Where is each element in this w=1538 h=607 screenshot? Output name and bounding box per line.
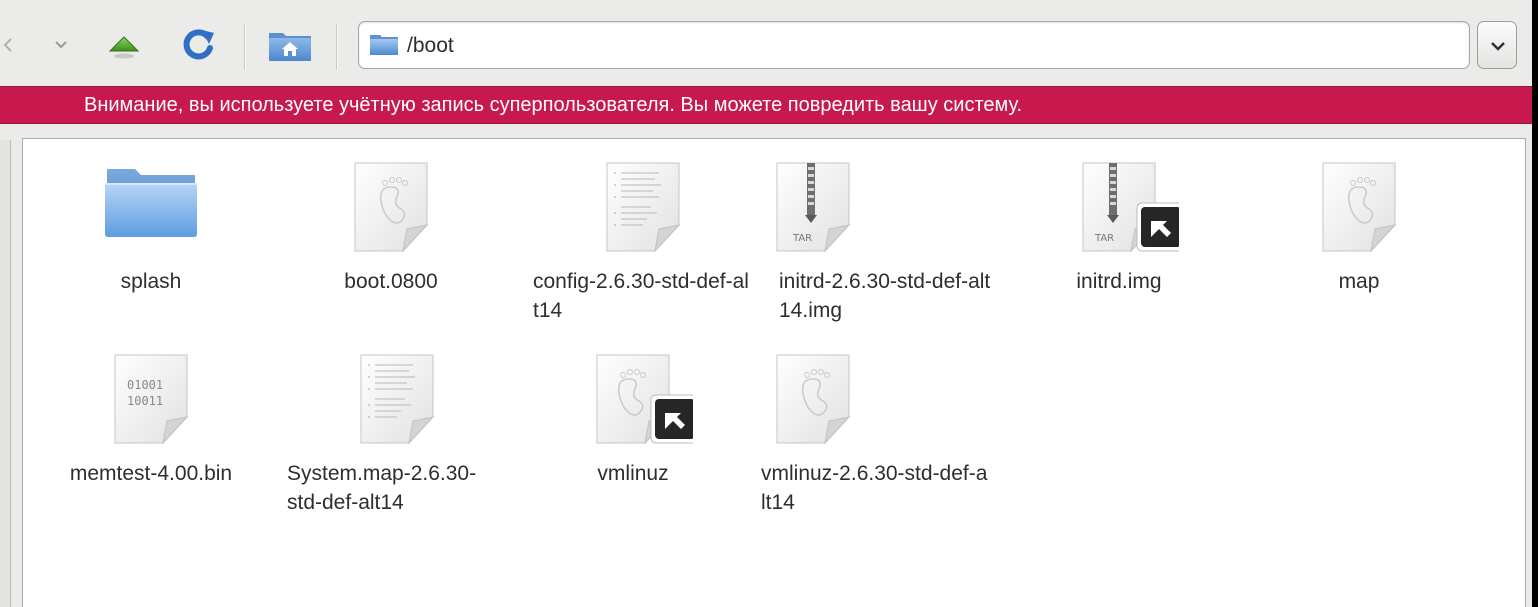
reload-icon: [183, 29, 214, 60]
file-manager-window: /boot Внимание, вы используете учётную з…: [0, 0, 1532, 607]
back-button[interactable]: [0, 30, 16, 60]
location-bar[interactable]: /boot: [358, 21, 1470, 69]
folder-icon: [105, 169, 197, 237]
file-name: map: [1338, 270, 1380, 293]
back-arrow-icon: [3, 38, 12, 52]
binary-file-icon: 01001 10011: [114, 354, 189, 445]
svg-text:TAR: TAR: [1094, 233, 1114, 244]
file-name: splash: [120, 270, 182, 293]
file-name: boot.0800: [344, 270, 438, 293]
text-document-icon: [360, 354, 435, 445]
chevron-down-icon: [55, 41, 67, 49]
file-item-system-map[interactable]: System.map-2.6.30-std-def-alt14: [287, 353, 507, 533]
file-name: initrd.img: [1076, 270, 1162, 293]
generic-file-icon: [776, 354, 851, 445]
toolbar-separator: [336, 24, 338, 70]
up-button[interactable]: [104, 28, 144, 64]
generic-file-icon: [354, 162, 429, 253]
toolbar-separator: [244, 24, 246, 70]
tar-archive-icon: TAR: [776, 162, 851, 253]
file-item-splash[interactable]: splash: [41, 161, 261, 321]
file-item-vmlinuz-2-6-30[interactable]: vmlinuz-2.6.30-std-def-alt14: [761, 353, 987, 533]
home-folder-icon: [269, 33, 311, 61]
file-name: memtest-4.00.bin: [69, 462, 233, 485]
chevron-down-icon: [1491, 42, 1505, 51]
svg-text:01001: 01001: [127, 378, 163, 392]
toolbar: /boot: [0, 0, 1532, 86]
tar-archive-symlink-icon: TAR: [1082, 162, 1179, 253]
location-dropdown-button[interactable]: [1477, 21, 1517, 69]
location-path[interactable]: /boot: [407, 34, 454, 58]
generic-file-symlink-icon: [596, 354, 693, 445]
file-icon-view[interactable]: splash boot.0800 config-2.6.30-std-def-a…: [22, 138, 1526, 607]
svg-text:10011: 10011: [127, 394, 163, 408]
text-document-icon: [606, 162, 681, 253]
file-item-memtest[interactable]: 01001 10011 memtest-4.00.bin: [41, 353, 261, 513]
file-item-initrd-2-6-30[interactable]: TAR initrd-2.6.30-std-def-alt14.img: [776, 161, 999, 341]
file-item-boot-0800[interactable]: boot.0800: [281, 161, 501, 321]
file-name: config-2.6.30-std-def-alt14: [533, 270, 749, 322]
root-warning-text: Внимание, вы используете учётную запись …: [84, 94, 1023, 116]
home-button[interactable]: [264, 24, 316, 66]
up-arrow-icon: [108, 36, 140, 59]
file-item-initrd-img[interactable]: TAR initrd.img: [1009, 161, 1229, 321]
sidebar-edge: [0, 140, 11, 607]
file-name: System.map-2.6.30-std-def-alt14: [287, 462, 477, 514]
generic-file-icon: [1322, 162, 1397, 253]
file-name: vmlinuz: [597, 462, 669, 485]
folder-icon: [370, 35, 398, 55]
file-item-map[interactable]: map: [1249, 161, 1469, 321]
svg-text:TAR: TAR: [792, 233, 812, 244]
file-name: vmlinuz-2.6.30-std-def-alt14: [761, 462, 988, 514]
root-warning-bar: Внимание, вы используете учётную запись …: [0, 86, 1532, 124]
reload-button[interactable]: [176, 22, 220, 66]
history-dropdown-button[interactable]: [48, 32, 74, 58]
file-name: initrd-2.6.30-std-def-alt14.img: [779, 270, 991, 322]
